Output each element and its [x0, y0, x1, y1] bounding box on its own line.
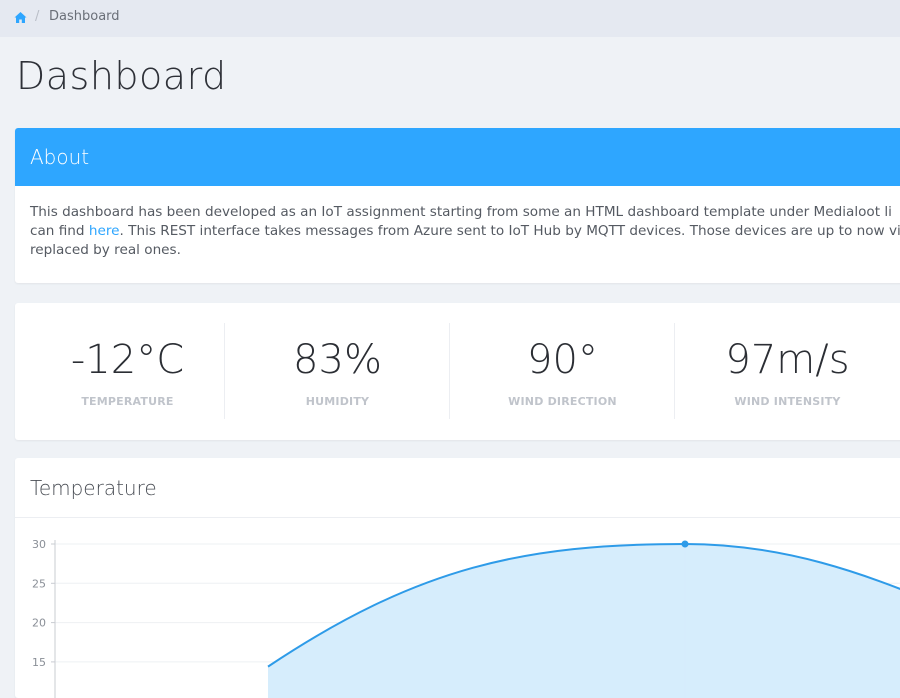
series-area — [268, 544, 900, 698]
stat-label: WIND INTENSITY — [734, 395, 841, 408]
about-text-after-link: . This REST interface takes messages fro… — [119, 223, 900, 239]
breadcrumb-current: Dashboard — [49, 9, 120, 24]
stat-value: -12°C — [70, 337, 185, 383]
stat-value: 90° — [527, 337, 598, 383]
about-header: About — [15, 128, 900, 186]
y-tick-label: 25 — [32, 577, 46, 590]
about-text-before-link: can find — [30, 223, 89, 239]
temperature-chart-card: Temperature 30 25 20 15 — [15, 458, 900, 698]
about-text-line-2: can find here. This REST interface takes… — [30, 222, 900, 241]
stat-label: WIND DIRECTION — [508, 395, 617, 408]
stat-humidity: 83% HUMIDITY — [224, 323, 450, 419]
about-text-line-1: This dashboard has been developed as an … — [30, 204, 892, 220]
about-text-line-3: replaced by real ones. — [30, 242, 181, 258]
stat-label: TEMPERATURE — [81, 395, 174, 408]
y-tick-label: 15 — [32, 656, 46, 669]
stat-wind-direction: 90° WIND DIRECTION — [449, 323, 675, 419]
about-here-link[interactable]: here — [89, 223, 120, 239]
breadcrumb: / Dashboard — [0, 0, 900, 37]
about-card: About This dashboard has been developed … — [15, 128, 900, 283]
stat-value: 97m/s — [725, 337, 850, 383]
stat-temperature: -12°C TEMPERATURE — [15, 323, 240, 419]
stats-card: -12°C TEMPERATURE 83% HUMIDITY 90° WIND … — [15, 303, 900, 440]
data-point — [681, 540, 689, 548]
y-tick-label: 20 — [32, 617, 46, 630]
y-tick-label: 30 — [32, 538, 46, 551]
stat-wind-intensity: 97m/s WIND INTENSITY — [674, 323, 900, 419]
breadcrumb-separator: / — [35, 9, 40, 24]
chart-title: Temperature — [15, 458, 900, 518]
about-body: This dashboard has been developed as an … — [15, 186, 900, 260]
page-title: Dashboard — [16, 54, 227, 98]
temperature-chart: 30 25 20 15 — [32, 538, 900, 698]
home-icon[interactable] — [14, 11, 27, 24]
stat-value: 83% — [293, 337, 382, 383]
stat-label: HUMIDITY — [305, 395, 370, 408]
